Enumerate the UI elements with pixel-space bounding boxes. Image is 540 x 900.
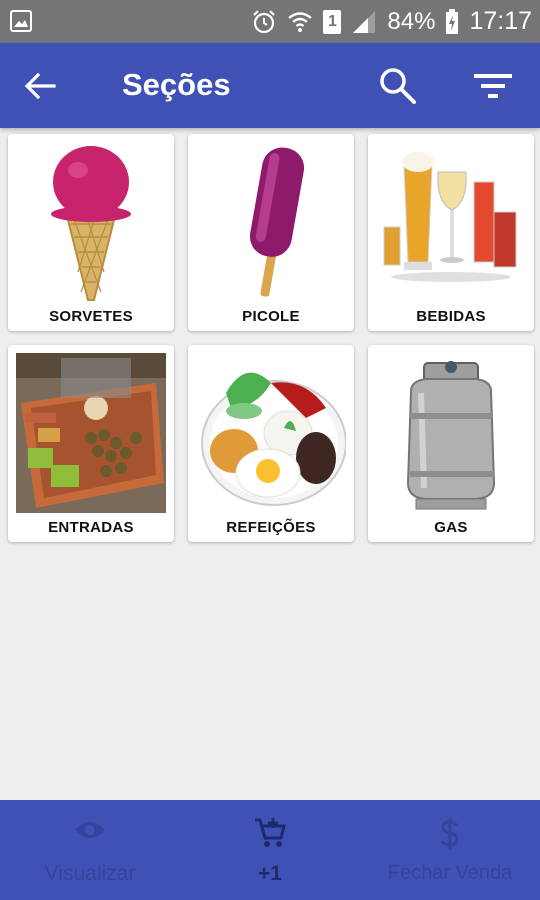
filter-icon[interactable] bbox=[472, 68, 514, 104]
checkout-button[interactable]: Fechar Venda bbox=[380, 800, 520, 900]
section-card-sorvetes[interactable]: SORVETES bbox=[8, 134, 174, 331]
section-label: REFEIÇÕES bbox=[226, 519, 316, 536]
ice-cream-cone-icon bbox=[51, 146, 131, 301]
sections-grid: SORVETES PICOLE BEBIDAS ENTRADAS REFEIÇÕ… bbox=[8, 134, 534, 542]
page-title: Seções bbox=[122, 67, 231, 102]
drinks-glasses-icon bbox=[383, 152, 517, 282]
section-card-bebidas[interactable]: BEBIDAS bbox=[368, 134, 534, 331]
app-bar: Seções bbox=[0, 43, 540, 128]
section-card-picole[interactable]: PICOLE bbox=[188, 134, 354, 331]
sim-icon: 1 bbox=[323, 9, 342, 34]
section-card-refeicoes[interactable]: REFEIÇÕES bbox=[188, 345, 354, 542]
search-icon[interactable] bbox=[377, 65, 417, 105]
eye-icon bbox=[75, 822, 105, 838]
back-arrow-icon[interactable] bbox=[22, 68, 58, 104]
status-bar: 1 84% 17:17 bbox=[0, 0, 540, 43]
clock: 17:17 bbox=[469, 7, 532, 35]
appetizer-platter-icon bbox=[16, 353, 166, 513]
view-button[interactable]: Visualizar bbox=[20, 800, 160, 900]
section-label: BEBIDAS bbox=[416, 308, 486, 325]
section-label: ENTRADAS bbox=[48, 519, 134, 536]
section-card-entradas[interactable]: ENTRADAS bbox=[8, 345, 174, 542]
cart-button[interactable]: +1 bbox=[230, 800, 310, 900]
section-label: GAS bbox=[434, 519, 468, 536]
battery-charging-icon bbox=[446, 8, 459, 34]
add-cart-icon bbox=[255, 818, 286, 847]
wifi-icon bbox=[288, 11, 313, 32]
section-card-gas[interactable]: GAS bbox=[368, 345, 534, 542]
section-label: PICOLE bbox=[242, 308, 300, 325]
cart-button-label: +1 bbox=[258, 862, 282, 885]
gallery-notification-icon bbox=[10, 10, 32, 32]
checkout-button-label: Fechar Venda bbox=[387, 862, 513, 884]
meal-plate-icon bbox=[201, 372, 346, 506]
popsicle-icon bbox=[249, 147, 305, 297]
alarm-icon bbox=[253, 9, 276, 33]
dollar-icon bbox=[440, 818, 459, 850]
section-label: SORVETES bbox=[49, 308, 133, 325]
battery-percent: 84% bbox=[387, 7, 436, 35]
bottom-action-bar: Visualizar +1 Fechar Venda bbox=[0, 800, 540, 900]
gas-cylinder-icon bbox=[406, 361, 496, 510]
view-button-label: Visualizar bbox=[44, 862, 136, 885]
signal-icon bbox=[353, 10, 376, 33]
